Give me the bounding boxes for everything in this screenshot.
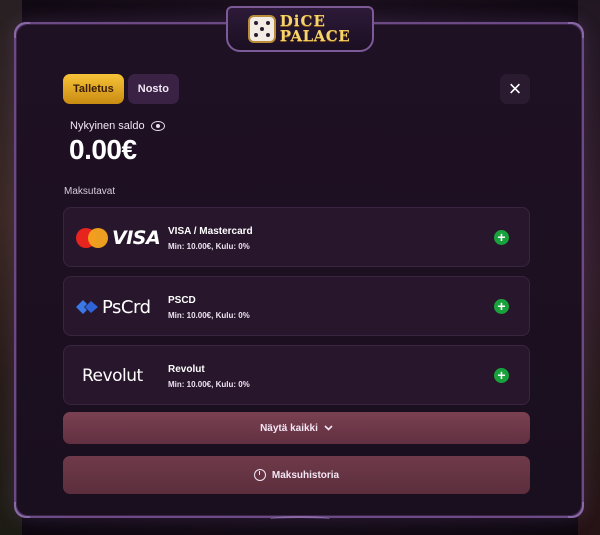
close-icon: × — [508, 76, 522, 101]
balance-value: 0.00€ — [69, 134, 137, 165]
plus-icon[interactable]: + — [494, 299, 509, 314]
visa-mastercard-logo: VISA — [76, 208, 164, 268]
payment-method-revolut[interactable]: Revolut Revolut Min: 10.00€, Kulu: 0% + — [63, 345, 530, 405]
payment-methods-label: Maksutavat — [64, 186, 116, 197]
payment-method-pscd[interactable]: PsCrd PSCD Min: 10.00€, Kulu: 0% + — [63, 276, 530, 336]
pscrd-logo: PsCrd — [76, 277, 164, 337]
method-meta: Min: 10.00€, Kulu: 0% — [168, 380, 250, 389]
method-name: VISA / Mastercard — [168, 226, 253, 237]
dice-palace-logo: DiCE PALACE — [226, 6, 374, 52]
pscrd-diamond-icon — [76, 300, 98, 314]
bottom-ornament — [262, 512, 338, 526]
pscrd-logo-text: PsCrd — [102, 296, 151, 318]
payment-method-visa-mastercard[interactable]: VISA VISA / Mastercard Min: 10.00€, Kulu… — [63, 207, 530, 267]
logo-text-line2: PALACE — [279, 27, 351, 45]
history-clock-icon — [253, 469, 266, 481]
method-name: Revolut — [168, 364, 205, 375]
mastercard-icon — [76, 228, 108, 248]
plus-icon[interactable]: + — [494, 230, 509, 245]
tab-bar: Talletus Nosto — [63, 74, 179, 104]
tab-deposit[interactable]: Talletus — [63, 74, 124, 104]
chevron-down-icon — [324, 425, 333, 431]
payment-history-button[interactable]: Maksuhistoria — [63, 456, 530, 494]
dice-icon — [249, 17, 274, 41]
plus-icon[interactable]: + — [494, 368, 509, 383]
close-button[interactable]: × — [500, 74, 530, 104]
method-meta: Min: 10.00€, Kulu: 0% — [168, 242, 250, 251]
balance-label: Nykyinen saldo — [70, 120, 145, 132]
show-all-label: Näytä kaikki — [260, 422, 318, 434]
payment-history-label: Maksuhistoria — [271, 469, 340, 481]
method-meta: Min: 10.00€, Kulu: 0% — [168, 311, 250, 320]
eye-icon[interactable] — [150, 121, 165, 131]
method-name: PSCD — [168, 295, 196, 306]
revolut-logo-text: Revolut — [82, 366, 143, 386]
balance-label-row: Nykyinen saldo — [70, 120, 165, 132]
revolut-logo: Revolut — [76, 346, 164, 406]
visa-logo-text: VISA — [112, 227, 161, 249]
tab-withdraw[interactable]: Nosto — [127, 74, 179, 104]
show-all-button[interactable]: Näytä kaikki — [63, 412, 530, 444]
